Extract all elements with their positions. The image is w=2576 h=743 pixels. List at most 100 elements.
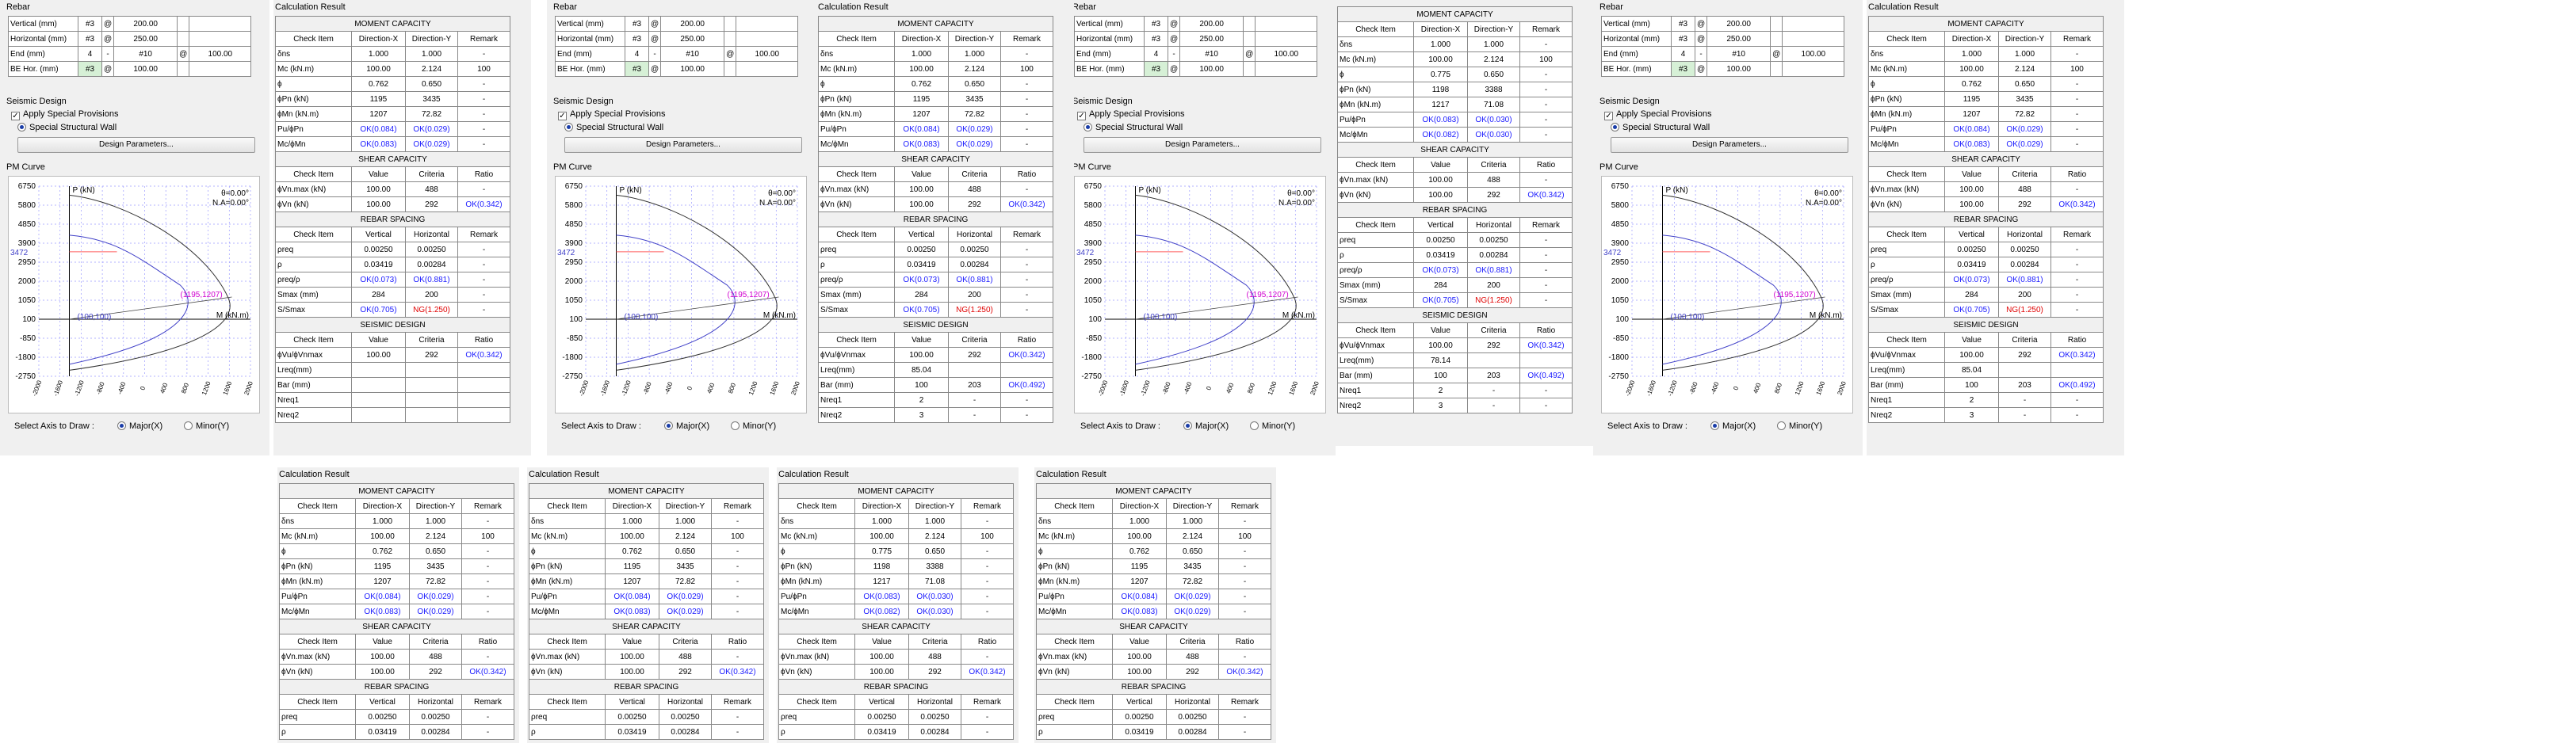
- rebar-field[interactable]: 100.00: [189, 46, 252, 62]
- rebar-field[interactable]: [1255, 61, 1318, 77]
- design-parameters-button[interactable]: Design Parameters...: [17, 137, 255, 153]
- rebar-field[interactable]: 200.00: [1179, 16, 1244, 32]
- rebar-field[interactable]: #3: [625, 16, 649, 32]
- design-parameters-button[interactable]: Design Parameters...: [1611, 137, 1848, 153]
- rebar-field[interactable]: [1782, 61, 1845, 77]
- rebar-field[interactable]: #3: [1144, 31, 1168, 47]
- rebar-field[interactable]: #3: [1671, 61, 1695, 77]
- rebar-field[interactable]: #10: [660, 46, 725, 62]
- design-parameters-button[interactable]: Design Parameters...: [1084, 137, 1321, 153]
- result-cell: OK(0.073): [894, 272, 949, 288]
- rebar-row-label: Horizontal (mm): [1074, 31, 1145, 47]
- rebar-field[interactable]: #3: [625, 61, 649, 77]
- result-cell: OK(0.029): [1166, 604, 1219, 619]
- result-row: δns 1.000 1.000-: [279, 513, 514, 529]
- rebar-field[interactable]: [189, 31, 252, 47]
- rebar-field[interactable]: 250.00: [1179, 31, 1244, 47]
- rebar-field[interactable]: [189, 16, 252, 32]
- rebar-field[interactable]: #3: [78, 16, 102, 32]
- rebar-field[interactable]: 100.00: [1255, 46, 1318, 62]
- rebar-field[interactable]: 100.00: [660, 61, 725, 77]
- rebar-field[interactable]: [736, 16, 799, 32]
- rebar-field[interactable]: 100.00: [1707, 61, 1771, 77]
- rebar-field[interactable]: 4: [1144, 46, 1168, 62]
- radio-icon[interactable]: [184, 421, 193, 430]
- result-cell: 2: [1413, 383, 1468, 398]
- checkbox-icon[interactable]: ✓: [11, 112, 20, 120]
- rebar-field[interactable]: 4: [625, 46, 649, 62]
- rebar-field[interactable]: 4: [78, 46, 102, 62]
- rebar-field[interactable]: [1782, 16, 1845, 32]
- rebar-field[interactable]: [736, 61, 799, 77]
- radio-icon[interactable]: [664, 421, 673, 430]
- radio-icon[interactable]: [1710, 421, 1719, 430]
- nominal-curve: [69, 194, 231, 371]
- apply-special-provisions-checkbox[interactable]: ✓ Apply Special Provisions: [11, 109, 118, 120]
- rebar-field[interactable]: 4: [1671, 46, 1695, 62]
- rebar-field[interactable]: 250.00: [1707, 31, 1771, 47]
- rebar-field[interactable]: 200.00: [660, 16, 725, 32]
- rebar-field[interactable]: 100.00: [736, 46, 799, 62]
- column-header-row: Check Item Direction-X Direction-Y Remark: [818, 31, 1053, 47]
- special-structural-wall-radio[interactable]: Special Structural Wall: [1611, 123, 1710, 132]
- rebar-field[interactable]: [1255, 16, 1318, 32]
- section-header: REBAR SPACING: [279, 679, 514, 695]
- radio-icon[interactable]: [731, 421, 740, 430]
- rebar-field[interactable]: 100.00: [113, 61, 178, 77]
- rebar-field[interactable]: [1255, 31, 1318, 47]
- apply-special-provisions-checkbox[interactable]: ✓ Apply Special Provisions: [558, 109, 665, 120]
- check-item: ϕMn (kN.m): [778, 573, 855, 589]
- major-axis-radio[interactable]: Major(X): [664, 421, 709, 431]
- rebar-field[interactable]: [189, 61, 252, 77]
- rebar-field[interactable]: 200.00: [113, 16, 178, 32]
- radio-icon[interactable]: [1611, 123, 1619, 131]
- radio-icon[interactable]: [17, 123, 26, 131]
- rebar-field[interactable]: 100.00: [1782, 46, 1845, 62]
- special-structural-wall-radio[interactable]: Special Structural Wall: [1084, 123, 1183, 132]
- radio-icon[interactable]: [1250, 421, 1259, 430]
- radio-icon[interactable]: [117, 421, 126, 430]
- minor-axis-radio[interactable]: Minor(Y): [731, 421, 776, 431]
- design-parameters-button[interactable]: Design Parameters...: [564, 137, 802, 153]
- column-header: Check Item: [275, 31, 352, 47]
- radio-icon[interactable]: [564, 123, 573, 131]
- special-structural-wall-radio[interactable]: Special Structural Wall: [564, 123, 663, 132]
- rebar-field[interactable]: #3: [1671, 31, 1695, 47]
- major-axis-radio[interactable]: Major(X): [117, 421, 162, 431]
- rebar-field[interactable]: #3: [78, 61, 102, 77]
- radio-icon[interactable]: [1183, 421, 1192, 430]
- checkbox-icon[interactable]: ✓: [1077, 112, 1086, 120]
- rebar-field[interactable]: #3: [1144, 16, 1168, 32]
- result-cell: 284: [1944, 287, 1999, 303]
- rebar-field[interactable]: #10: [1179, 46, 1244, 62]
- radio-icon[interactable]: [1084, 123, 1092, 131]
- rebar-field[interactable]: [736, 31, 799, 47]
- rebar-field[interactable]: 250.00: [113, 31, 178, 47]
- minor-axis-radio[interactable]: Minor(Y): [184, 421, 229, 431]
- apply-special-provisions-checkbox[interactable]: ✓ Apply Special Provisions: [1604, 109, 1711, 120]
- result-cell: -: [1000, 106, 1053, 122]
- rebar-field[interactable]: #3: [1671, 16, 1695, 32]
- checkbox-icon[interactable]: ✓: [558, 112, 567, 120]
- major-axis-radio[interactable]: Major(X): [1710, 421, 1756, 431]
- rebar-field[interactable]: #10: [1707, 46, 1771, 62]
- checkbox-icon[interactable]: ✓: [1604, 112, 1613, 120]
- apply-special-provisions-checkbox[interactable]: ✓ Apply Special Provisions: [1077, 109, 1184, 120]
- minor-axis-radio[interactable]: Minor(Y): [1777, 421, 1822, 431]
- x-axis-title: M (kN.m): [763, 311, 796, 320]
- rebar-field[interactable]: #3: [78, 31, 102, 47]
- y-tick-label: 2950: [1084, 258, 1103, 267]
- radio-icon[interactable]: [1777, 421, 1786, 430]
- column-header: Direction-Y: [659, 498, 712, 514]
- rebar-field[interactable]: #10: [113, 46, 178, 62]
- rebar-field[interactable]: #3: [625, 31, 649, 47]
- result-cell: 100.00: [1944, 61, 1999, 77]
- minor-axis-radio[interactable]: Minor(Y): [1250, 421, 1295, 431]
- rebar-field[interactable]: #3: [1144, 61, 1168, 77]
- rebar-field[interactable]: 250.00: [660, 31, 725, 47]
- special-structural-wall-radio[interactable]: Special Structural Wall: [17, 123, 117, 132]
- rebar-field[interactable]: 200.00: [1707, 16, 1771, 32]
- major-axis-radio[interactable]: Major(X): [1183, 421, 1229, 431]
- rebar-field[interactable]: [1782, 31, 1845, 47]
- rebar-field[interactable]: 100.00: [1179, 61, 1244, 77]
